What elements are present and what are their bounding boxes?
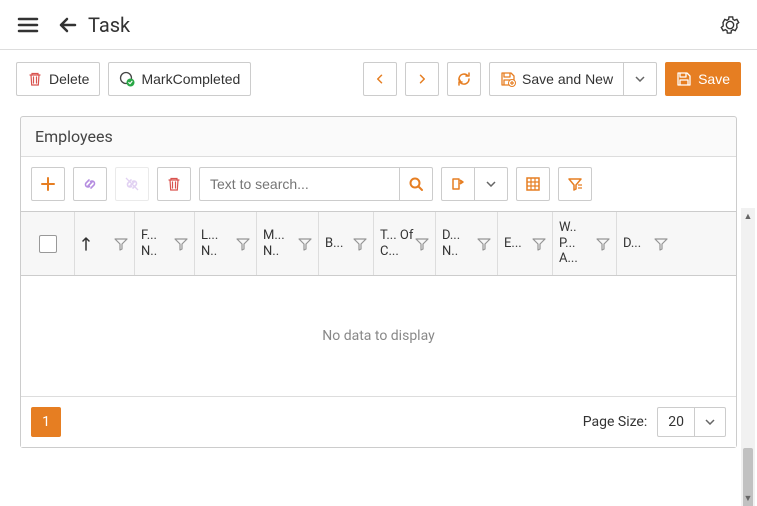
save-new-icon — [500, 71, 516, 87]
hamburger-menu-icon[interactable] — [16, 13, 40, 37]
column-label: F... N.. — [141, 228, 174, 259]
column-chooser-button[interactable] — [516, 167, 550, 201]
filter-icon[interactable] — [174, 237, 188, 251]
settings-gear-icon[interactable] — [719, 14, 741, 36]
column-header-7[interactable]: D... N.. — [436, 212, 498, 275]
back-arrow-icon[interactable] — [56, 13, 80, 37]
column-label: B... — [325, 236, 353, 252]
next-button[interactable] — [405, 62, 439, 96]
page-size-value: 20 — [658, 408, 695, 436]
page-size-label: Page Size: — [583, 414, 648, 430]
chevron-left-icon — [372, 71, 388, 87]
refresh-button[interactable] — [447, 62, 481, 96]
column-header-3[interactable]: L... N.. — [195, 212, 257, 275]
save-and-new-dropdown[interactable] — [623, 62, 657, 96]
grid-empty-text: No data to display — [21, 276, 736, 396]
column-header-4[interactable]: M... N.. — [257, 212, 319, 275]
export-dropdown[interactable] — [474, 167, 508, 201]
column-header-5[interactable]: B... — [319, 212, 374, 275]
column-header-1[interactable] — [75, 212, 135, 275]
filter-icon[interactable] — [477, 237, 491, 251]
page-number-badge[interactable]: 1 — [31, 407, 61, 437]
scroll-up-icon[interactable]: ▲ — [741, 208, 755, 224]
delete-row-button[interactable] — [157, 167, 191, 201]
save-label: Save — [698, 71, 730, 87]
scroll-down-icon[interactable]: ▼ — [741, 490, 755, 506]
filter-icon[interactable] — [353, 237, 367, 251]
add-button[interactable] — [31, 167, 65, 201]
save-button[interactable]: Save — [665, 62, 741, 96]
page-size-select[interactable]: 20 — [657, 407, 726, 437]
delete-label: Delete — [49, 71, 89, 87]
column-label: D... — [623, 236, 654, 252]
filter-icon[interactable] — [236, 237, 250, 251]
column-label: M... N.. — [263, 228, 298, 259]
search-input[interactable] — [199, 167, 399, 201]
column-label: T... Of C... — [380, 228, 415, 259]
save-and-new-button[interactable]: Save and New — [489, 62, 624, 96]
filter-builder-button[interactable] — [558, 167, 592, 201]
filter-icon[interactable] — [114, 237, 128, 251]
column-label: E... — [504, 236, 532, 252]
column-label: W.. P... A... — [559, 220, 596, 267]
filter-icon[interactable] — [654, 237, 668, 251]
prev-button[interactable] — [363, 62, 397, 96]
filter-icon[interactable] — [532, 237, 546, 251]
column-header-10[interactable]: D... — [617, 212, 674, 275]
column-header-9[interactable]: W.. P... A... — [553, 212, 617, 275]
delete-button[interactable]: Delete — [16, 62, 100, 96]
scrollbar[interactable]: ▲ ▼ — [741, 208, 755, 506]
column-label: D... N.. — [442, 228, 477, 259]
column-header-8[interactable]: E... — [498, 212, 553, 275]
filter-icon[interactable] — [596, 237, 610, 251]
trash-icon — [27, 71, 43, 87]
page-size-caret-icon[interactable] — [695, 408, 725, 436]
refresh-icon — [456, 71, 472, 87]
save-and-new-label: Save and New — [522, 71, 613, 87]
column-header-2[interactable]: F... N.. — [135, 212, 195, 275]
search-button[interactable] — [399, 167, 433, 201]
mark-completed-icon — [119, 71, 135, 87]
sort-icon[interactable] — [81, 237, 114, 251]
export-button[interactable] — [441, 167, 475, 201]
column-label: L... N.. — [201, 228, 236, 259]
panel-title: Employees — [21, 117, 736, 156]
mark-completed-label: MarkCompleted — [141, 71, 240, 87]
column-header-6[interactable]: T... Of C... — [374, 212, 436, 275]
chevron-right-icon — [414, 71, 430, 87]
filter-icon[interactable] — [298, 237, 312, 251]
unlink-button — [115, 167, 149, 201]
save-icon — [676, 71, 692, 87]
link-button[interactable] — [73, 167, 107, 201]
select-all-checkbox[interactable] — [39, 235, 57, 253]
mark-completed-button[interactable]: MarkCompleted — [108, 62, 251, 96]
caret-down-icon — [632, 71, 648, 87]
page-title: Task — [88, 13, 719, 37]
column-header-0[interactable] — [21, 212, 75, 275]
filter-icon[interactable] — [415, 237, 429, 251]
employees-panel: Employees — [20, 116, 737, 448]
